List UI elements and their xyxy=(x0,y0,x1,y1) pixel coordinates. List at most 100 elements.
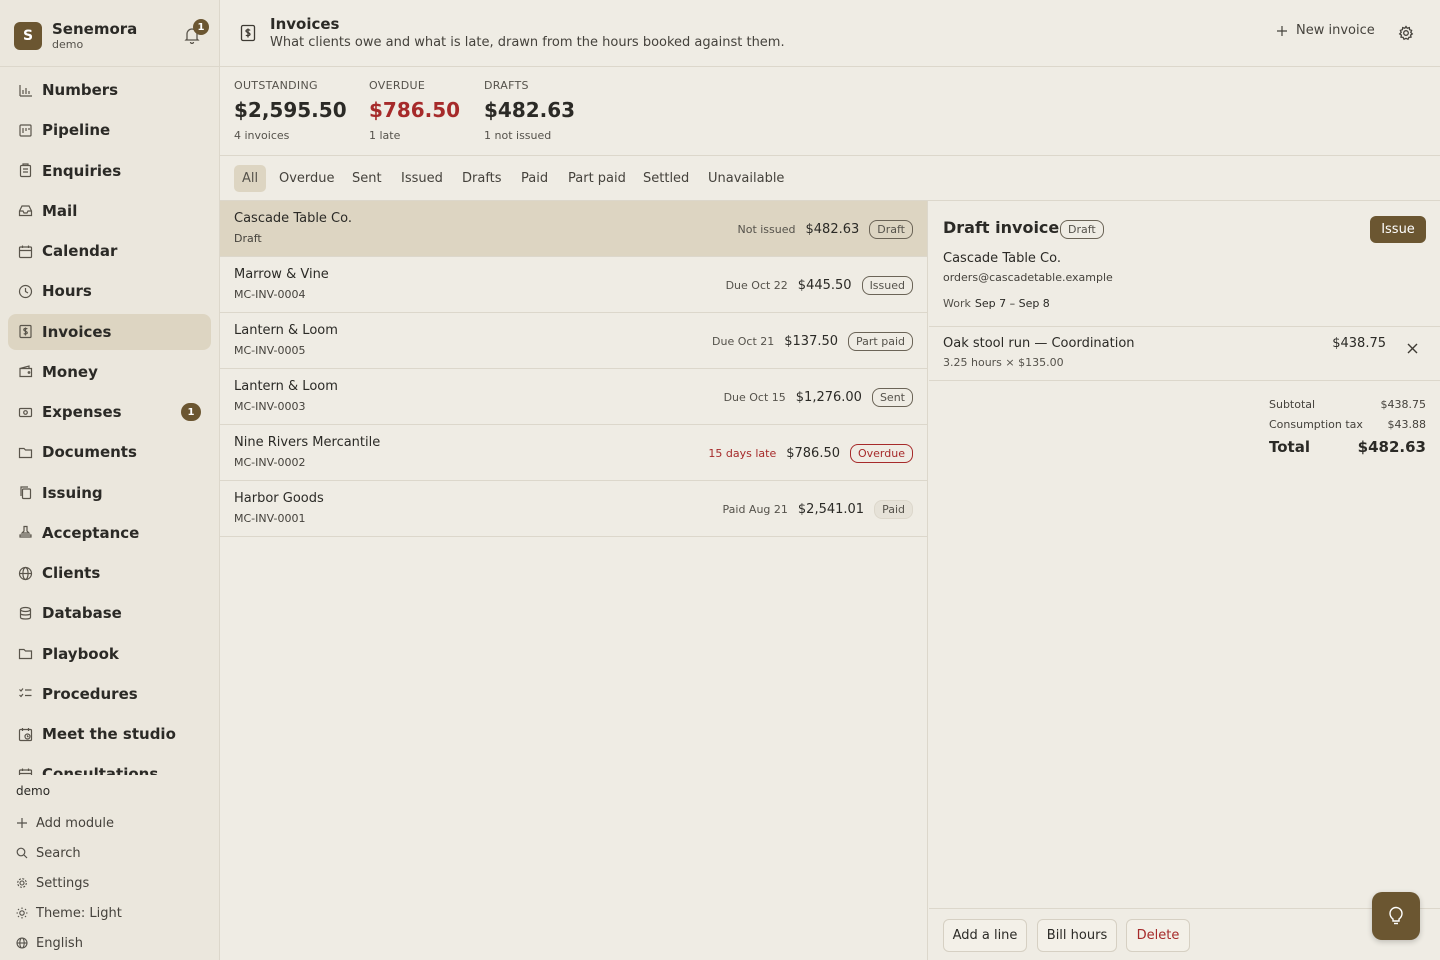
calendar-icon xyxy=(18,768,33,775)
invoice-ref: Draft xyxy=(234,232,262,245)
issue-button[interactable]: Issue xyxy=(1370,216,1426,243)
calendar-clock-icon xyxy=(18,727,33,741)
invoice-amount: $2,541.01 xyxy=(797,501,865,517)
invoice-due: Not issued xyxy=(737,222,796,236)
sidebar-item-mail[interactable]: Mail xyxy=(8,193,211,229)
detail-email: orders@cascadetable.example xyxy=(943,271,1113,284)
pipeline-icon xyxy=(19,124,32,137)
search-icon xyxy=(16,847,28,859)
sidebar-item-label: Money xyxy=(42,362,98,381)
invoice-amount: $1,276.00 xyxy=(795,389,862,405)
sidebar-item-hours[interactable]: Hours xyxy=(8,273,211,309)
stat-sub: 4 invoices xyxy=(234,129,290,142)
invoice-row[interactable]: Lantern & Loom MC-INV-0003 Due Oct 15 $1… xyxy=(220,369,927,425)
work-period: Work Sep 7 – Sep 8 xyxy=(943,297,1050,310)
sidebar-item-acceptance[interactable]: Acceptance xyxy=(8,515,211,551)
subtotal-row: Subtotal $438.75 xyxy=(1269,394,1426,414)
stat-overdue: OVERDUE $786.50 1 late xyxy=(369,79,460,142)
page-title: Invoices xyxy=(270,15,340,33)
stat-label: OVERDUE xyxy=(369,79,426,92)
sidebar-item-label: Invoices xyxy=(42,322,112,341)
globe-icon xyxy=(16,937,28,949)
tab-paid[interactable]: Paid xyxy=(513,165,556,192)
workspace-name: Senemora xyxy=(52,20,138,38)
invoice-ref: MC-INV-0003 xyxy=(234,400,306,413)
sidebar-item-label: Expenses xyxy=(42,403,122,421)
sidebar-item-enquiries[interactable]: Enquiries xyxy=(8,153,211,189)
invoice-icon xyxy=(19,324,32,339)
help-button[interactable] xyxy=(1372,892,1420,940)
tab-unavailable[interactable]: Unavailable xyxy=(700,165,792,192)
tab-part-paid[interactable]: Part paid xyxy=(560,165,634,192)
sidebar-item-expenses[interactable]: Expenses 1 xyxy=(8,394,211,430)
sidebar-item-label: Hours xyxy=(42,282,92,301)
sidebar-item-pipeline[interactable]: Pipeline xyxy=(8,112,211,148)
client-name: Nine Rivers Mercantile xyxy=(234,435,381,450)
sidebar-item-database[interactable]: Database xyxy=(8,595,211,631)
filter-tabs: All Overdue Sent Issued Drafts Paid Part… xyxy=(220,156,1440,201)
sidebar-item-label: Calendar xyxy=(42,242,118,260)
sidebar-item-label: Consultations xyxy=(42,765,159,775)
invoice-row[interactable]: Marrow & Vine MC-INV-0004 Due Oct 22 $44… xyxy=(220,257,927,313)
sidebar-item-calendar[interactable]: Calendar xyxy=(8,233,211,269)
sidebar-item-label: Meet the studio xyxy=(42,725,176,743)
gear-icon[interactable] xyxy=(1398,25,1414,41)
search-label: Search xyxy=(36,845,81,861)
sidebar-item-playbook[interactable]: Playbook xyxy=(8,636,211,672)
divider xyxy=(0,66,219,67)
total-row: Total $482.63 xyxy=(1269,434,1426,460)
sidebar-item-procedures[interactable]: Procedures xyxy=(8,676,211,712)
sidebar-item-documents[interactable]: Documents xyxy=(8,434,211,470)
stat-drafts: DRAFTS $482.63 1 not issued xyxy=(484,79,575,142)
tab-drafts[interactable]: Drafts xyxy=(454,165,510,192)
settings-button[interactable]: Settings xyxy=(16,868,122,898)
theme-toggle[interactable]: Theme: Light xyxy=(16,898,122,928)
search-button[interactable]: Search xyxy=(16,838,122,868)
close-icon[interactable] xyxy=(1407,343,1418,354)
tab-all[interactable]: All xyxy=(234,165,267,192)
sidebar-item-money[interactable]: Money xyxy=(8,354,211,390)
client-name: Harbor Goods xyxy=(234,491,324,506)
tab-settled[interactable]: Settled xyxy=(635,165,697,192)
status-badge: Issued xyxy=(861,275,913,295)
status-badge: Draft xyxy=(869,219,913,239)
tab-issued[interactable]: Issued xyxy=(393,165,451,192)
new-invoice-button[interactable]: New invoice xyxy=(1276,23,1375,38)
add-module-button[interactable]: Add module xyxy=(16,808,122,838)
wallet-icon xyxy=(19,365,33,378)
current-user: demo xyxy=(16,784,51,798)
invoice-due: Due Oct 22 xyxy=(725,278,788,292)
add-line-button[interactable]: Add a line xyxy=(943,919,1027,952)
line-item-title: Oak stool run — Coordination xyxy=(943,336,1135,351)
stat-outstanding: OUTSTANDING $2,595.50 4 invoices xyxy=(234,79,347,142)
settings-label: Settings xyxy=(36,875,90,891)
total-value: $482.63 xyxy=(1357,438,1426,456)
invoice-row[interactable]: Harbor Goods MC-INV-0001 Paid Aug 21 $2,… xyxy=(220,481,927,537)
invoice-row[interactable]: Cascade Table Co. Draft Not issued $482.… xyxy=(220,201,927,257)
gear-icon xyxy=(17,878,27,888)
status-badge: Sent xyxy=(871,387,913,407)
tab-overdue[interactable]: Overdue xyxy=(271,165,343,192)
bill-hours-button[interactable]: Bill hours xyxy=(1037,919,1117,952)
sidebar-item-issuing[interactable]: Issuing xyxy=(8,475,211,511)
sidebar-item-invoices[interactable]: Invoices xyxy=(8,313,211,350)
client-name: Lantern & Loom xyxy=(234,379,338,394)
sidebar-item-consultations[interactable]: Consultations xyxy=(8,756,211,775)
language-selector[interactable]: English xyxy=(16,928,122,958)
sidebar-item-numbers[interactable]: Numbers xyxy=(8,72,211,108)
sidebar-item-meet-the-studio[interactable]: Meet the studio xyxy=(8,716,211,752)
folder-icon xyxy=(18,447,33,458)
workspace-switcher[interactable]: S Senemora demo xyxy=(14,20,137,52)
summary-stats: OUTSTANDING $2,595.50 4 invoices OVERDUE… xyxy=(220,67,1440,156)
stat-sub: 1 not issued xyxy=(484,129,552,142)
new-invoice-label: New invoice xyxy=(1296,23,1375,38)
stat-value: $786.50 xyxy=(369,98,461,122)
sidebar-item-clients[interactable]: Clients xyxy=(8,555,211,591)
subtotal-label: Subtotal xyxy=(1269,397,1316,411)
tab-sent[interactable]: Sent xyxy=(344,165,390,192)
stat-sub: 1 late xyxy=(369,129,401,142)
subtotal-value: $438.75 xyxy=(1380,397,1427,411)
delete-button[interactable]: Delete xyxy=(1126,919,1190,952)
invoice-row[interactable]: Lantern & Loom MC-INV-0005 Due Oct 21 $1… xyxy=(220,313,927,369)
invoice-row[interactable]: Nine Rivers Mercantile MC-INV-0002 15 da… xyxy=(220,425,927,481)
